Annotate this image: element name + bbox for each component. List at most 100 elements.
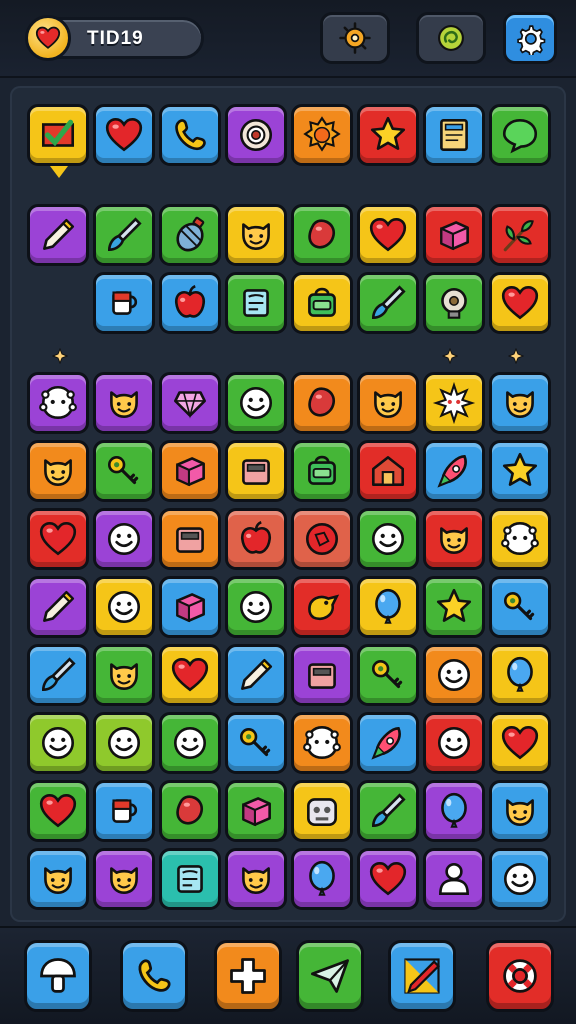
grid-tile[interactable]: [489, 508, 551, 570]
row-two-tile[interactable]: [291, 204, 353, 266]
grid-tile[interactable]: [93, 848, 155, 910]
key-icon: [503, 592, 535, 621]
row-three-tile[interactable]: [93, 272, 155, 334]
grid-tile[interactable]: [27, 576, 89, 638]
grid-tile[interactable]: [357, 780, 419, 842]
top-row-tile[interactable]: [93, 104, 155, 166]
grid-tile[interactable]: [489, 372, 551, 434]
top-row-tile[interactable]: [27, 104, 89, 166]
grid-tile[interactable]: [423, 508, 485, 570]
grid-tile[interactable]: [357, 576, 419, 638]
grid-tile[interactable]: [27, 644, 89, 706]
top-row-tile[interactable]: [159, 104, 221, 166]
row-three-tile[interactable]: [225, 272, 287, 334]
grid-tile[interactable]: [291, 508, 353, 570]
call-button[interactable]: [120, 940, 188, 1012]
grid-tile[interactable]: [291, 780, 353, 842]
row-three-tile[interactable]: [291, 272, 353, 334]
lifebuoy-button[interactable]: [486, 940, 554, 1012]
grid-tile[interactable]: [159, 848, 221, 910]
grid-tile[interactable]: [159, 372, 221, 434]
grid-tile[interactable]: [357, 372, 419, 434]
row-two-tile[interactable]: [423, 204, 485, 266]
daily-bonus-button[interactable]: [320, 12, 390, 64]
grid-tile[interactable]: [93, 644, 155, 706]
grid-tile[interactable]: [357, 440, 419, 502]
grid-tile[interactable]: [291, 440, 353, 502]
grid-tile[interactable]: [291, 644, 353, 706]
mushroom-button[interactable]: [24, 940, 92, 1012]
top-row-tile[interactable]: [423, 104, 485, 166]
grid-tile[interactable]: [27, 780, 89, 842]
grid-tile[interactable]: [27, 440, 89, 502]
grid-tile[interactable]: [27, 712, 89, 774]
grid-tile[interactable]: [93, 712, 155, 774]
row-two-tile[interactable]: [357, 204, 419, 266]
grid-tile[interactable]: [489, 576, 551, 638]
row-three-tile[interactable]: [423, 272, 485, 334]
grid-tile[interactable]: [423, 372, 485, 434]
row-three-tile[interactable]: [357, 272, 419, 334]
grid-tile[interactable]: [93, 508, 155, 570]
grid-tile[interactable]: [225, 712, 287, 774]
grid-tile[interactable]: [93, 576, 155, 638]
grid-tile[interactable]: [93, 440, 155, 502]
row-two-tile[interactable]: [225, 204, 287, 266]
top-row-tile[interactable]: [357, 104, 419, 166]
grid-tile[interactable]: [291, 576, 353, 638]
row-two-tile[interactable]: [93, 204, 155, 266]
grid-tile[interactable]: [225, 848, 287, 910]
grid-tile[interactable]: [159, 644, 221, 706]
grid-tile[interactable]: [291, 848, 353, 910]
grid-tile[interactable]: [225, 508, 287, 570]
grid-tile[interactable]: [159, 576, 221, 638]
lives-counter[interactable]: TID19: [25, 15, 204, 61]
top-row-tile[interactable]: [489, 104, 551, 166]
grid-tile[interactable]: [159, 712, 221, 774]
row-three-tile[interactable]: [159, 272, 221, 334]
grid-tile[interactable]: [423, 712, 485, 774]
top-row-tile[interactable]: [291, 104, 353, 166]
grid-tile[interactable]: [357, 508, 419, 570]
grid-tile[interactable]: [27, 848, 89, 910]
row-three-tile[interactable]: [489, 272, 551, 334]
grid-tile[interactable]: [291, 712, 353, 774]
grid-tile[interactable]: [225, 644, 287, 706]
grid-tile[interactable]: [489, 780, 551, 842]
settings-button[interactable]: [503, 12, 557, 64]
row-two-tile[interactable]: [489, 204, 551, 266]
grid-tile[interactable]: [357, 848, 419, 910]
grid-tile[interactable]: [27, 508, 89, 570]
grid-tile[interactable]: [93, 780, 155, 842]
grid-tile[interactable]: [225, 440, 287, 502]
add-button[interactable]: [214, 940, 282, 1012]
grid-tile[interactable]: [489, 440, 551, 502]
grid-tile[interactable]: [357, 644, 419, 706]
grid-tile[interactable]: [225, 780, 287, 842]
row-two-tile[interactable]: [27, 204, 89, 266]
grid-tile[interactable]: [159, 440, 221, 502]
grid-tile[interactable]: [489, 848, 551, 910]
grid-tile[interactable]: [225, 576, 287, 638]
heart-icon: [501, 285, 539, 320]
grid-tile[interactable]: [423, 848, 485, 910]
hint-button[interactable]: [416, 12, 486, 64]
grid-tile[interactable]: [423, 644, 485, 706]
grid-tile[interactable]: [159, 508, 221, 570]
grid-tile[interactable]: [225, 372, 287, 434]
grid-tile[interactable]: [489, 644, 551, 706]
row-two-tile[interactable]: [159, 204, 221, 266]
grid-tile[interactable]: [423, 576, 485, 638]
top-row-tile[interactable]: [225, 104, 287, 166]
grid-tile[interactable]: [159, 780, 221, 842]
grid-tile[interactable]: [291, 372, 353, 434]
grid-tile[interactable]: [93, 372, 155, 434]
grid-tile[interactable]: [357, 712, 419, 774]
lifebuoy-icon: [503, 959, 537, 993]
grid-tile[interactable]: [489, 712, 551, 774]
grid-tile[interactable]: [423, 780, 485, 842]
send-button[interactable]: [296, 940, 364, 1012]
paint-button[interactable]: [388, 940, 456, 1012]
grid-tile[interactable]: [27, 372, 89, 434]
grid-tile[interactable]: [423, 440, 485, 502]
